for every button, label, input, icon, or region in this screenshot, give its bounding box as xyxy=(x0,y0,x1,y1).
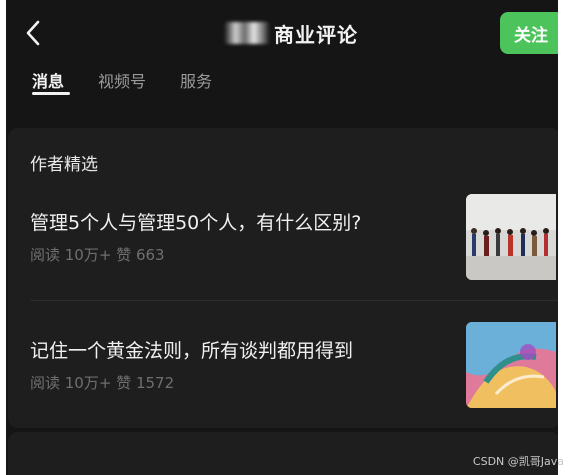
header-bar: 商业评论 关注 xyxy=(6,0,558,62)
article-title: 记住一个黄金法则，所有谈判都用得到 xyxy=(30,340,354,362)
tab-channels[interactable]: 视频号 xyxy=(98,68,146,92)
featured-card: 作者精选 管理5个人与管理50个人，有什么区别? 阅读 10万+ 赞 663 记… xyxy=(8,128,558,428)
article-item[interactable]: 管理5个人与管理50个人，有什么区别? 阅读 10万+ 赞 663 xyxy=(8,194,558,298)
people-walking-photo xyxy=(466,194,556,280)
tab-fade xyxy=(216,66,246,92)
article-thumbnail xyxy=(466,194,556,280)
active-tab-indicator xyxy=(32,92,70,95)
tab-bar: 消息 视频号 服务 xyxy=(6,62,558,98)
page-title-wrap: 商业评论 xyxy=(224,17,358,49)
article-item[interactable]: 记住一个黄金法则，所有谈判都用得到 阅读 10万+ 赞 1572 xyxy=(8,322,558,426)
tab-messages[interactable]: 消息 xyxy=(32,68,64,92)
chevron-left-icon xyxy=(26,20,40,46)
article-title: 管理5个人与管理50个人，有什么区别? xyxy=(30,212,362,234)
abstract-art-photo xyxy=(466,322,556,408)
tab-services[interactable]: 服务 xyxy=(180,68,212,92)
section-title: 作者精选 xyxy=(30,155,98,175)
phone-screen: 商业评论 关注 消息 视频号 服务 作者精选 管理5个人与管理50个人，有什么区… xyxy=(6,0,558,475)
blurred-name xyxy=(224,22,270,44)
article-meta: 阅读 10万+ 赞 663 xyxy=(30,246,165,264)
article-thumbnail xyxy=(466,322,556,408)
back-button[interactable] xyxy=(18,14,52,52)
page-title: 商业评论 xyxy=(274,22,358,47)
follow-button[interactable]: 关注 xyxy=(500,12,558,54)
divider xyxy=(30,300,558,301)
watermark: CSDN @凯哥Java xyxy=(472,455,564,468)
article-meta: 阅读 10万+ 赞 1572 xyxy=(30,374,175,392)
